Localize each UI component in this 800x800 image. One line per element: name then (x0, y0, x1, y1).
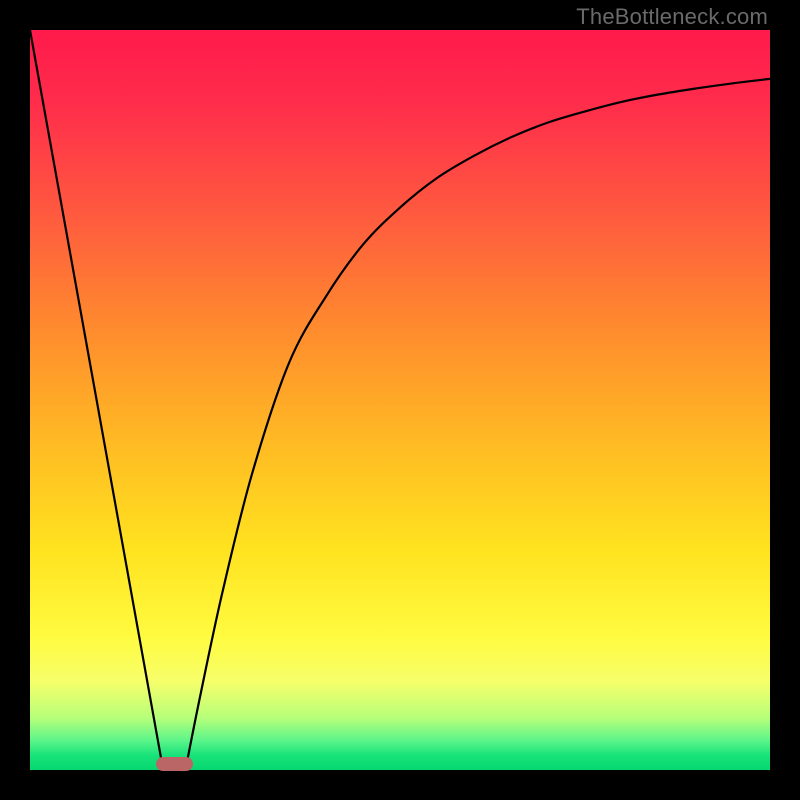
left-slope-line (30, 30, 163, 770)
curve-overlay (30, 30, 770, 770)
attribution-label: TheBottleneck.com (576, 4, 768, 30)
chart-frame: TheBottleneck.com (0, 0, 800, 800)
plot-area (30, 30, 770, 770)
optimum-marker (156, 757, 193, 771)
right-curve-line (185, 79, 770, 770)
